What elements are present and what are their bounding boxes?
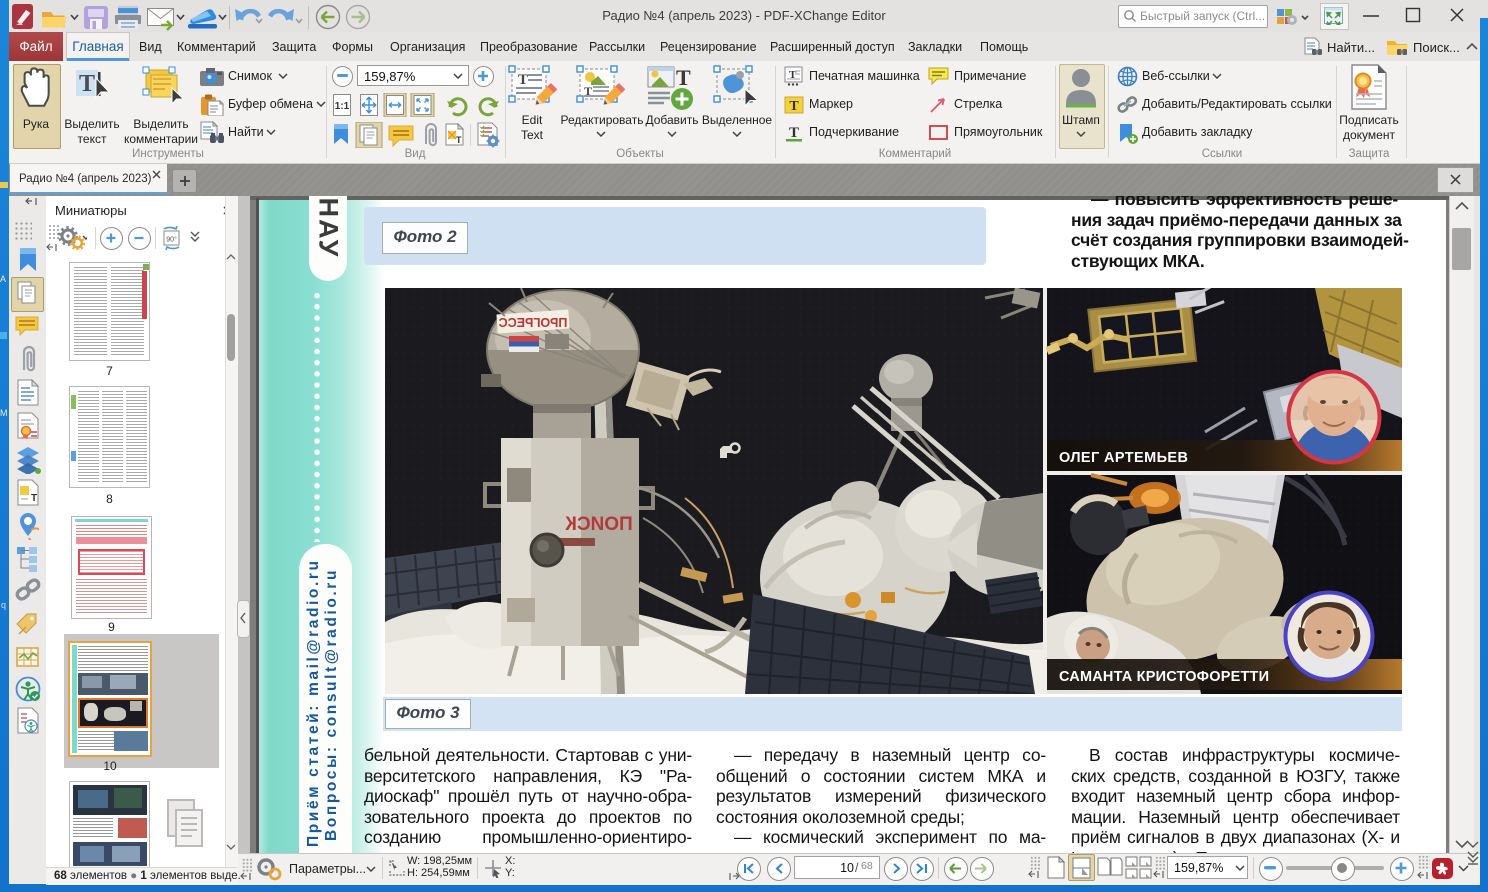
svg-text:T: T — [789, 99, 799, 114]
svg-text:ОЛЕГ АРТЕМЬЕВ: ОЛЕГ АРТЕМЬЕВ — [1059, 450, 1188, 466]
svg-text:T: T — [79, 71, 95, 97]
svg-text:1:1: 1:1 — [335, 101, 350, 112]
svg-text:T: T — [31, 493, 37, 504]
svg-text:САМАНТА КРИСТОФОРЕТТИ: САМАНТА КРИСТОФОРЕТТИ — [1059, 669, 1269, 685]
svg-text:T: T — [518, 72, 528, 88]
svg-text:ПОИСК: ПОИСК — [565, 514, 633, 535]
svg-text:T: T — [676, 65, 691, 90]
svg-text:T: T — [789, 125, 799, 141]
svg-text:90°: 90° — [166, 236, 177, 244]
svg-text:T: T — [456, 135, 462, 145]
svg-text:ПРОГРЕСС: ПРОГРЕСС — [499, 316, 568, 330]
